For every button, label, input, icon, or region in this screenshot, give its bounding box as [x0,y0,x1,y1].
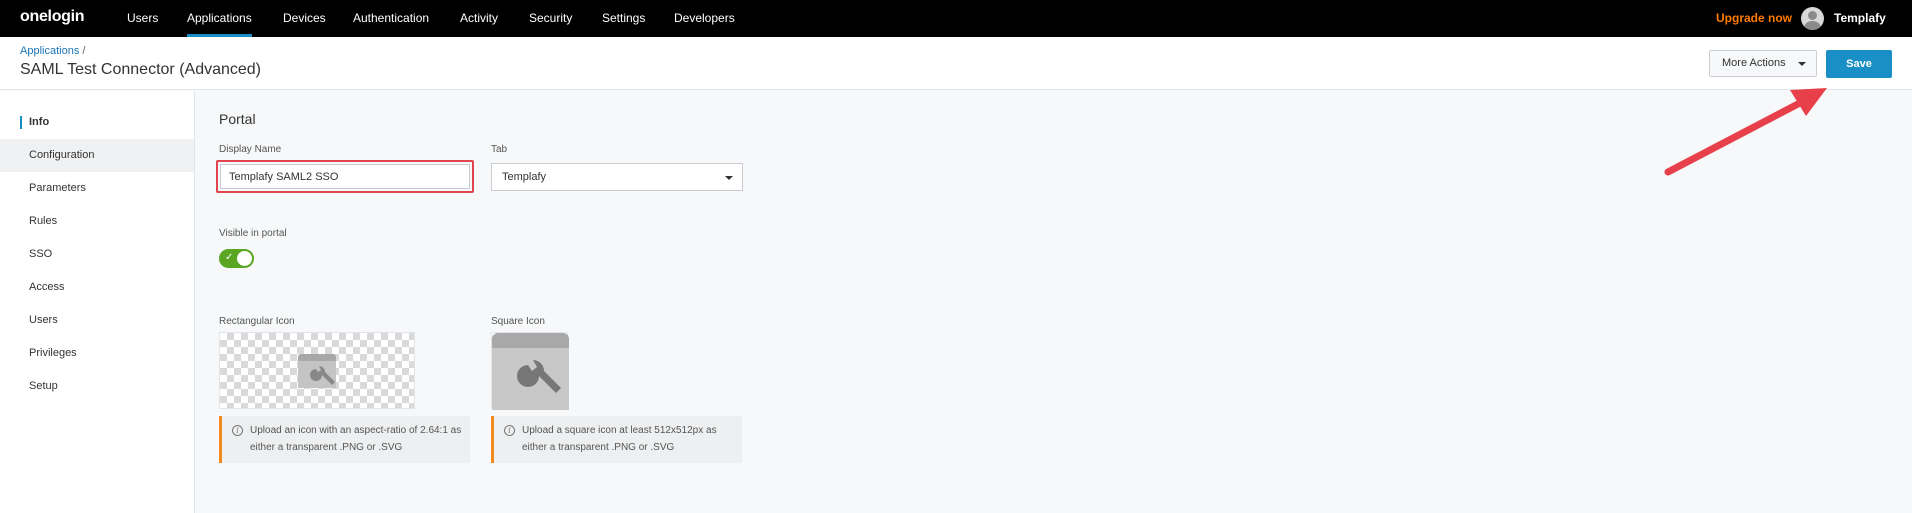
rectangular-icon-info-line2: either a transparent .PNG or .SVG [250,442,403,453]
app-placeholder-icon [298,354,336,388]
info-icon: i [504,425,515,436]
sidebar-item-sso[interactable]: SSO [0,238,194,271]
more-actions-button[interactable]: More Actions [1709,50,1817,77]
sidebar-item-setup[interactable]: Setup [0,370,194,403]
highlight-box [216,160,474,193]
info-icon: i [232,425,243,436]
toggle-knob [237,251,252,266]
square-icon-label: Square Icon [491,316,545,327]
nav-developers[interactable]: Developers [674,0,735,37]
sidebar-item-users[interactable]: Users [0,304,194,337]
nav-settings[interactable]: Settings [602,0,645,37]
rectangular-icon-label: Rectangular Icon [219,316,295,327]
nav-activity[interactable]: Activity [460,0,498,37]
square-icon-info: i Upload a square icon at least 512x512p… [491,416,742,463]
nav-users[interactable]: Users [127,0,158,37]
square-icon-info-line2: either a transparent .PNG or .SVG [522,442,675,453]
page-header: Applications / SAML Test Connector (Advan… [0,37,1912,90]
sidebar-item-privileges[interactable]: Privileges [0,337,194,370]
sidebar-item-info[interactable]: Info [0,106,194,139]
check-icon: ✓ [225,252,234,263]
more-actions-label: More Actions [1722,57,1786,69]
sidebar-item-access[interactable]: Access [0,271,194,304]
sidebar-item-configuration[interactable]: Configuration [0,139,194,172]
caret-down-icon [1798,62,1806,66]
nav-applications[interactable]: Applications [187,0,252,37]
square-icon-upload[interactable] [491,332,569,410]
user-menu[interactable]: Templafy [1834,0,1886,36]
sidebar: Info Configuration Parameters Rules SSO … [0,91,195,513]
upgrade-link[interactable]: Upgrade now [1716,0,1792,36]
nav-devices[interactable]: Devices [283,0,326,37]
nav-security[interactable]: Security [529,0,572,37]
section-title: Portal [219,111,256,127]
app-placeholder-icon [492,333,569,410]
breadcrumb-applications[interactable]: Applications [20,45,79,57]
nav-authentication[interactable]: Authentication [353,0,429,37]
visible-in-portal-label: Visible in portal [219,228,287,239]
page-title: SAML Test Connector (Advanced) [20,61,262,78]
square-icon-info-line1: Upload a square icon at least 512x512px … [522,425,717,436]
avatar-icon[interactable] [1801,7,1824,30]
tab-label: Tab [491,144,508,155]
top-nav: onelogin Users Applications Devices Auth… [0,0,1912,37]
breadcrumb-separator: / [82,45,86,57]
rectangular-icon-upload[interactable] [219,332,415,409]
visible-in-portal-toggle[interactable]: ✓ [219,249,254,268]
sidebar-item-parameters[interactable]: Parameters [0,172,194,205]
breadcrumb: Applications / [20,45,85,57]
rectangular-icon-info-line1: Upload an icon with an aspect-ratio of 2… [250,425,462,436]
tab-select[interactable]: Templafy [491,163,743,191]
caret-down-icon [725,176,733,180]
display-name-label: Display Name [219,144,282,155]
rectangular-icon-info: i Upload an icon with an aspect-ratio of… [219,416,470,463]
sidebar-item-rules[interactable]: Rules [0,205,194,238]
onelogin-logo[interactable]: onelogin [20,8,85,26]
save-button[interactable]: Save [1826,50,1892,78]
tab-select-value: Templafy [502,171,547,183]
